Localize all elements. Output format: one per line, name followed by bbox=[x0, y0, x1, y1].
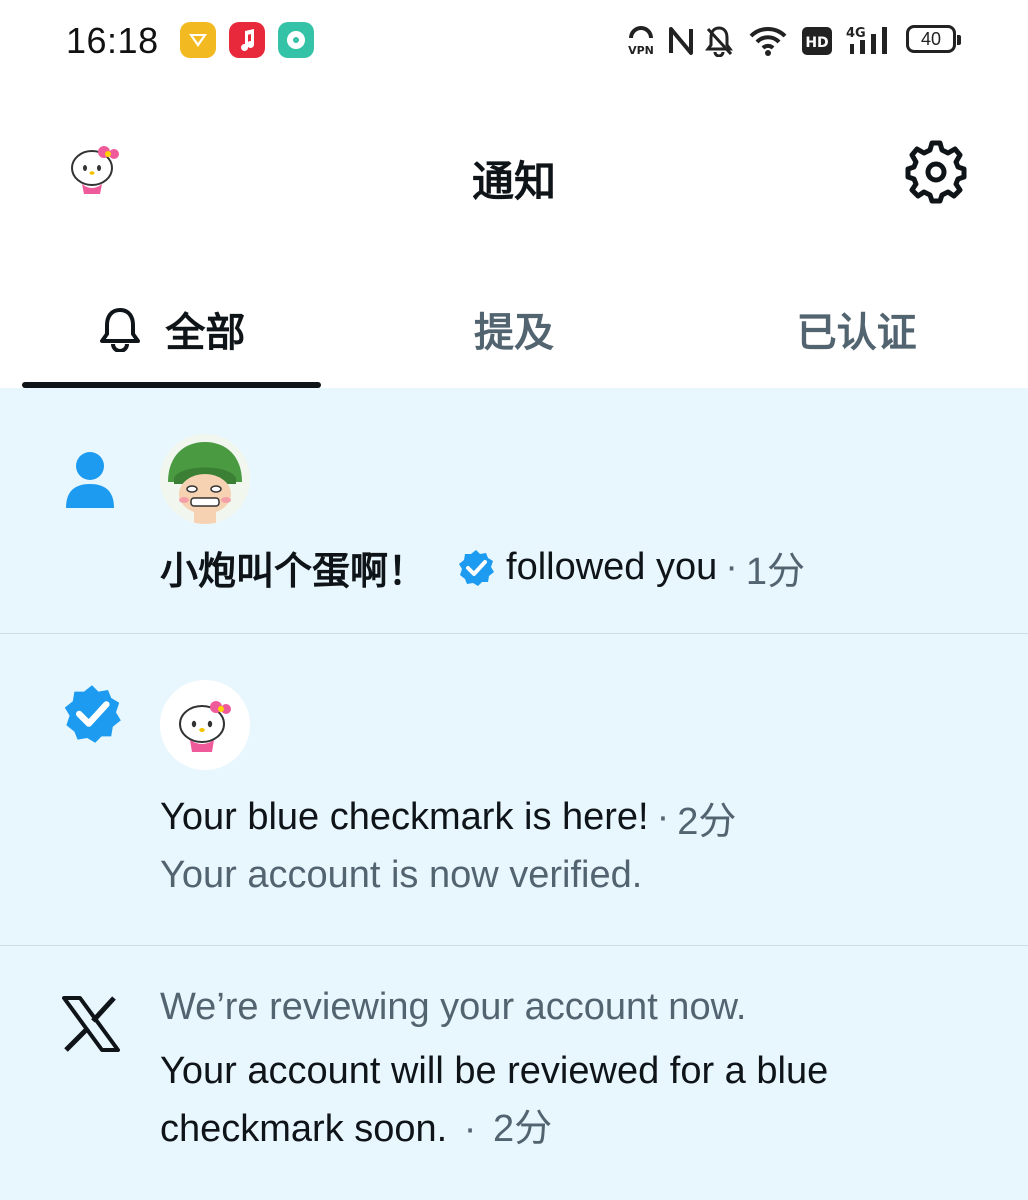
svg-text:HD: HD bbox=[805, 35, 828, 51]
bell-icon bbox=[100, 308, 141, 352]
signal-icon: 4G bbox=[846, 24, 892, 58]
notifications-screen: 16:18 VPN HD 4G 40 通知 全部 提及 已认证 小炮叫个蛋啊！ … bbox=[0, 0, 1028, 1200]
avatar[interactable] bbox=[160, 680, 250, 770]
tab-mentions[interactable]: 提及 bbox=[343, 270, 686, 388]
tab-label: 提及 bbox=[474, 311, 554, 355]
separator-dot: · bbox=[463, 1108, 477, 1150]
tab-verified[interactable]: 已认证 bbox=[685, 270, 1028, 388]
notification-tabs: 全部 提及 已认证 bbox=[0, 270, 1028, 388]
gift-app-icon bbox=[180, 22, 216, 58]
avatar[interactable] bbox=[160, 434, 250, 524]
tab-label: 全部 bbox=[165, 311, 246, 355]
timestamp: 2分 bbox=[677, 801, 737, 843]
user-name[interactable]: 小炮叫个蛋啊！ bbox=[160, 540, 426, 595]
notification-subtitle: Your account is now verified. bbox=[160, 854, 643, 896]
tab-label: 已认证 bbox=[796, 311, 917, 355]
wifi-icon bbox=[748, 24, 788, 58]
media-app-icon bbox=[278, 22, 314, 58]
svg-text:4G: 4G bbox=[846, 26, 866, 41]
notification-follow[interactable]: 小炮叫个蛋啊！ followed you · 1分 bbox=[0, 388, 1028, 634]
notification-subtitle: We’re reviewing your account now. bbox=[160, 986, 747, 1028]
separator-dot: · bbox=[656, 796, 670, 838]
svg-text:VPN: VPN bbox=[628, 44, 654, 57]
battery-icon: 40 bbox=[906, 25, 961, 53]
bell-mute-icon bbox=[704, 24, 734, 58]
verified-badge-icon bbox=[459, 549, 495, 586]
tab-all[interactable]: 全部 bbox=[0, 270, 343, 388]
music-app-icon bbox=[229, 22, 265, 58]
notification-action: followed you bbox=[506, 546, 718, 588]
notification-title: Your blue checkmark is here! · 2分 bbox=[160, 790, 736, 845]
verified-badge-icon bbox=[60, 682, 124, 751]
notification-headline: Your blue checkmark is here! bbox=[160, 796, 649, 838]
x-logo-icon bbox=[62, 996, 120, 1057]
vpn-icon: VPN bbox=[624, 24, 658, 58]
person-icon bbox=[60, 448, 120, 517]
nfc-icon bbox=[668, 24, 694, 58]
gear-icon[interactable] bbox=[904, 140, 968, 204]
notification-verified[interactable]: Your blue checkmark is here! · 2分 Your a… bbox=[0, 634, 1028, 946]
notification-review[interactable]: We’re reviewing your account now. Your a… bbox=[0, 946, 1028, 1200]
notification-body: Your account will be reviewed for a blue… bbox=[160, 1042, 980, 1158]
timestamp: 2分 bbox=[493, 1108, 553, 1150]
notification-text: 小炮叫个蛋啊！ followed you · 1分 bbox=[160, 540, 805, 595]
separator-dot: · bbox=[725, 546, 738, 588]
app-header: 通知 bbox=[0, 82, 1028, 262]
hd-icon: HD bbox=[802, 24, 832, 58]
page-title: 通知 bbox=[471, 158, 556, 205]
status-time: 16:18 bbox=[66, 20, 159, 61]
timestamp: 1分 bbox=[745, 551, 806, 593]
status-bar: 16:18 VPN HD 4G 40 bbox=[0, 0, 1028, 82]
notification-list: 小炮叫个蛋啊！ followed you · 1分 Your blue chec… bbox=[0, 388, 1028, 1200]
